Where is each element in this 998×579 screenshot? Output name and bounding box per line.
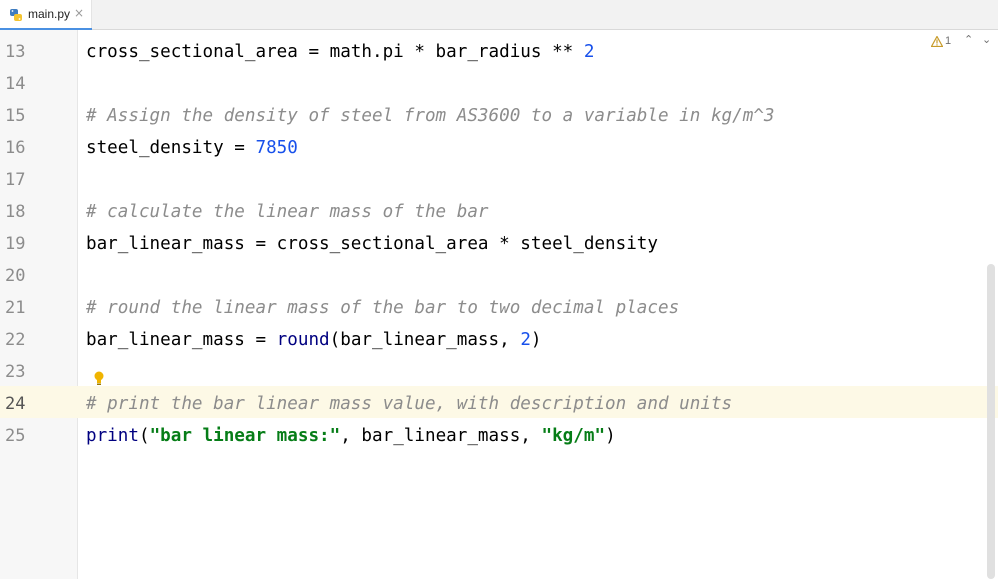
line-number: 25	[5, 426, 26, 446]
code-line-14[interactable]	[86, 68, 986, 100]
code-text: (	[138, 426, 150, 446]
python-file-icon	[10, 9, 22, 21]
line-number: 21	[5, 298, 26, 318]
code-line-17[interactable]	[86, 164, 986, 196]
chevron-up-icon[interactable]: ⌃	[964, 33, 973, 46]
number-literal: 7850	[255, 138, 298, 158]
line-number: 13	[5, 42, 26, 62]
chevron-down-icon[interactable]: ⌄	[982, 33, 991, 46]
line-number: 18	[5, 202, 26, 222]
line-number: 20	[5, 266, 26, 286]
line-number: 15	[5, 106, 26, 126]
tab-main-py[interactable]: main.py ×	[0, 0, 92, 31]
code-line-20[interactable]	[86, 260, 986, 292]
tab-label: main.py	[28, 7, 71, 21]
code-text: bar_linear_mass =	[86, 330, 277, 350]
code-text: )	[605, 426, 616, 446]
code-line-13[interactable]: cross_sectional_area = math.pi * bar_rad…	[86, 36, 986, 68]
builtin-function: round	[276, 330, 330, 350]
code-content[interactable]: cross_sectional_area = math.pi * bar_rad…	[86, 36, 986, 452]
code-text: (bar_linear_mass,	[329, 330, 521, 350]
code-text: steel_density =	[86, 138, 256, 158]
code-line-15[interactable]: # Assign the density of steel from AS360…	[86, 100, 986, 132]
warning-icon	[931, 36, 943, 47]
line-numbers: 13 14 15 16 17 18 19 20 21 22 23 24 25	[0, 36, 60, 452]
line-number: 19	[5, 234, 26, 254]
number-literal: 2	[583, 42, 595, 62]
lightbulb-icon[interactable]	[93, 370, 105, 386]
line-number: 17	[5, 170, 26, 190]
builtin-function: print	[86, 426, 139, 446]
code-line-22[interactable]: bar_linear_mass = round(bar_linear_mass,…	[86, 324, 986, 356]
line-number: 22	[5, 330, 26, 350]
code-line-19[interactable]: bar_linear_mass = cross_sectional_area *…	[86, 228, 986, 260]
code-line-18[interactable]: # calculate the linear mass of the bar	[86, 196, 986, 228]
code-line-25[interactable]: print("bar linear mass:", bar_linear_mas…	[86, 420, 986, 452]
string-literal: "kg/m"	[541, 426, 606, 446]
vertical-scrollbar[interactable]	[987, 264, 995, 579]
line-number: 23	[5, 362, 26, 382]
code-text: )	[530, 330, 542, 350]
warning-count: 1	[945, 35, 952, 47]
close-icon[interactable]: ×	[74, 6, 84, 20]
line-number: 14	[5, 74, 26, 94]
code-line-24[interactable]: # print the bar linear mass value, with …	[86, 388, 986, 420]
line-number: 16	[5, 138, 26, 158]
line-number-current: 24	[5, 394, 26, 414]
code-line-16[interactable]: steel_density = 7850	[86, 132, 986, 164]
code-line-21[interactable]: # round the linear mass of the bar to tw…	[86, 292, 986, 324]
code-text: , bar_linear_mass,	[340, 426, 542, 446]
string-literal: "bar linear mass:"	[149, 426, 341, 446]
code-text: cross_sectional_area = math.pi * bar_rad…	[86, 42, 584, 62]
code-line-23[interactable]	[86, 356, 986, 388]
editor-tab-bar: main.py ×	[0, 0, 998, 31]
number-literal: 2	[520, 330, 531, 350]
